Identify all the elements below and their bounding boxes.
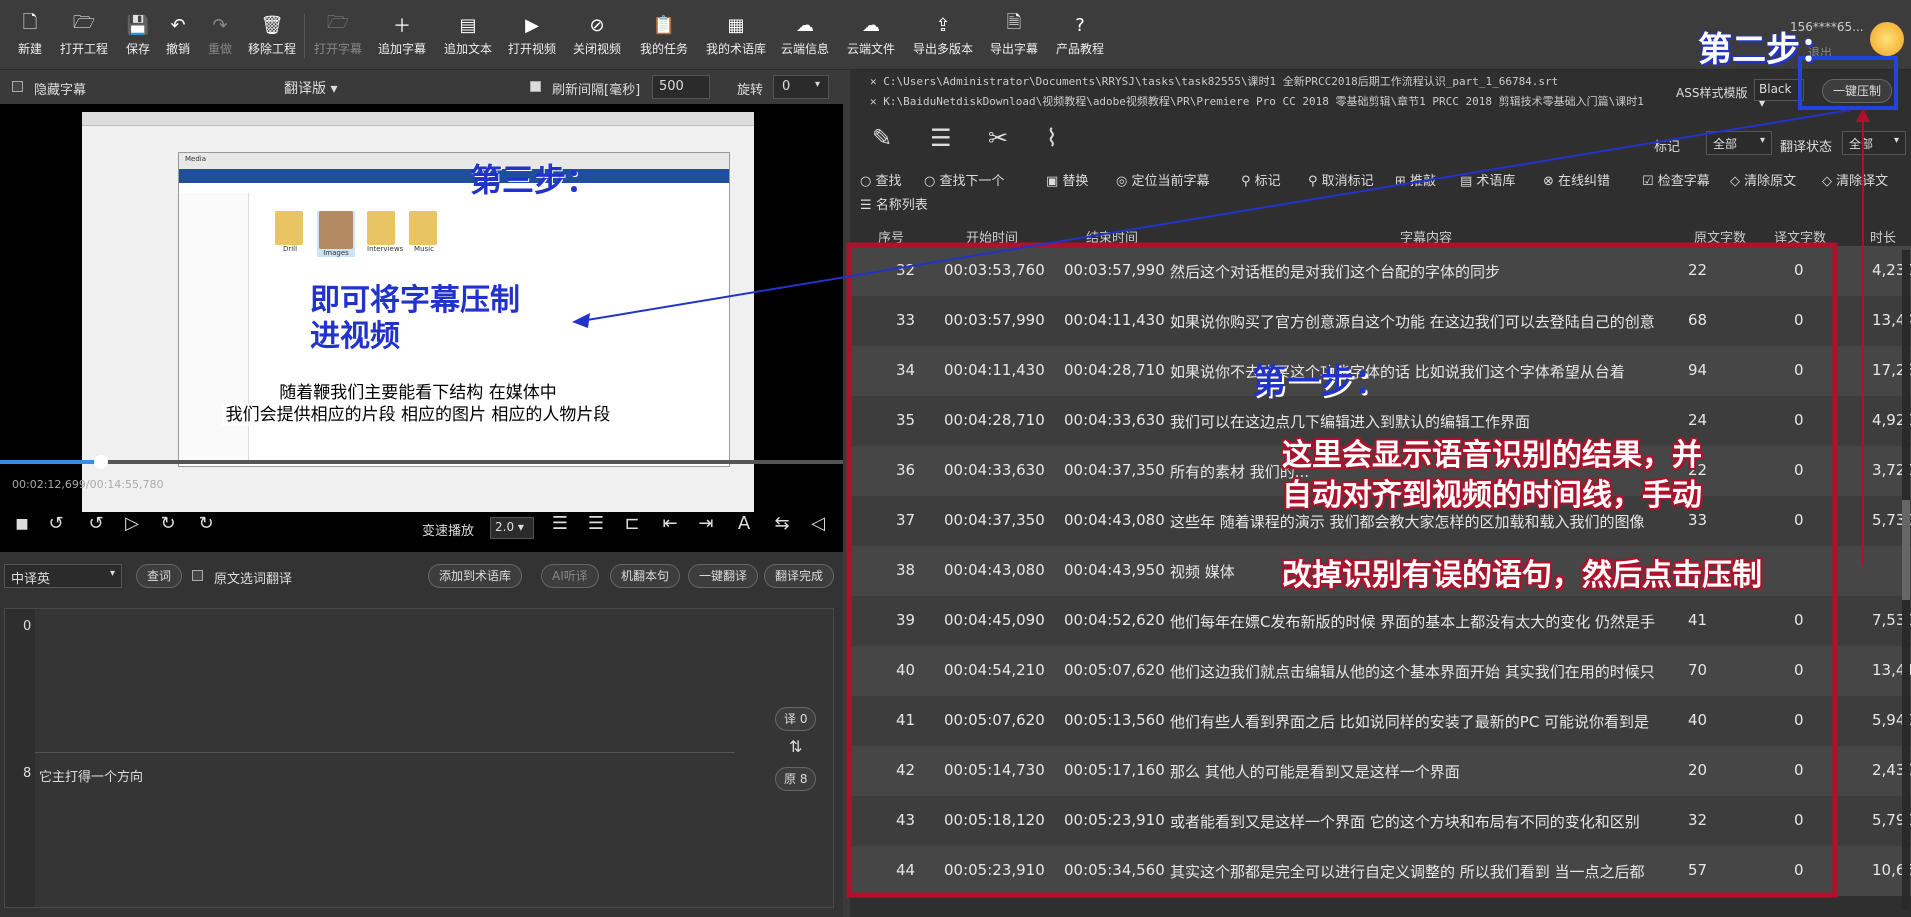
step3-annotation: 第三步： (470, 161, 599, 199)
arrow-to-video (574, 109, 1851, 323)
arrow-head (572, 313, 590, 328)
step2-annotation: 第二步： (1698, 30, 1834, 70)
step1-description: 这里会显示语音识别的结果，并 自动对齐到视频的时间线，手动 (1282, 436, 1702, 516)
step1-line-2: 自动对齐到视频的时间线，手动 (1282, 478, 1702, 513)
arrow-head (1856, 108, 1870, 122)
step3-description: 即可将字幕压制 进视频 (310, 283, 520, 355)
step1-line-3: 改掉识别有误的语句，然后点击压制 (1282, 558, 1762, 593)
step1-line-1: 这里会显示语音识别的结果，并 (1282, 438, 1702, 473)
step3-line-1: 即可将字幕压制 (310, 283, 520, 318)
step3-line-2: 进视频 (310, 319, 400, 354)
step1-annotation: 第一步： (1252, 362, 1388, 402)
